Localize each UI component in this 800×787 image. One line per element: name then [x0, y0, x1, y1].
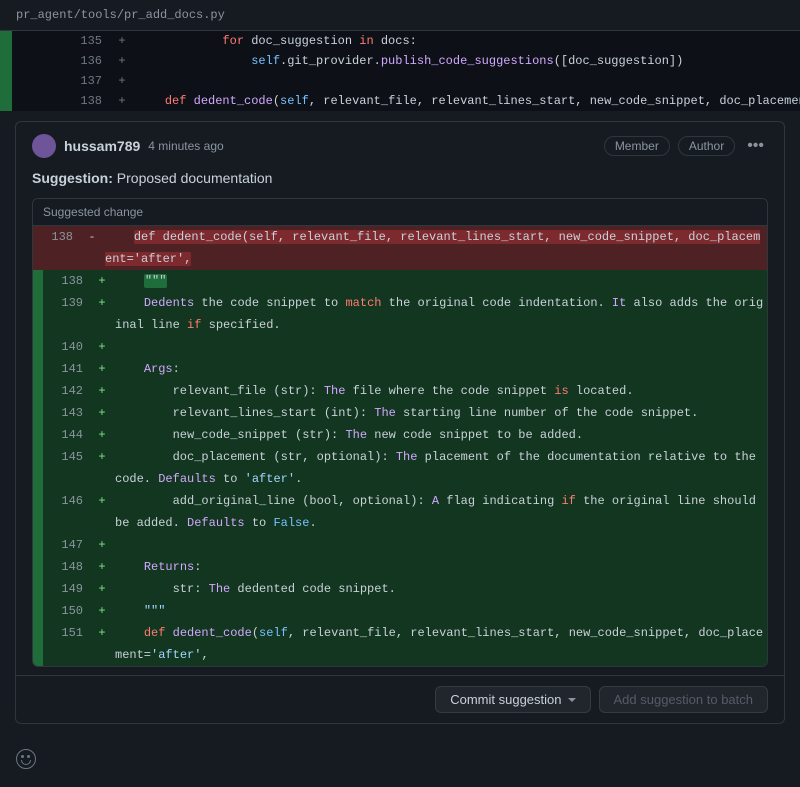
diff-addition-line: 138+ """: [33, 270, 767, 292]
code-line: 137+: [0, 71, 800, 91]
context-code-block: 135+ for doc_suggestion in docs:136+ sel…: [0, 31, 800, 111]
badge-member: Member: [604, 136, 670, 156]
comment-author[interactable]: hussam789: [64, 138, 140, 154]
diff-addition-line: 144+ new_code_snippet (str): The new cod…: [33, 424, 767, 446]
add-to-batch-button[interactable]: Add suggestion to batch: [599, 686, 769, 713]
diff-addition-line: 142+ relevant_file (str): The file where…: [33, 380, 767, 402]
diff-addition-line: 147+: [33, 534, 767, 556]
diff-addition-line: 143+ relevant_lines_start (int): The sta…: [33, 402, 767, 424]
kebab-icon[interactable]: •••: [743, 137, 768, 155]
diff-addition-line: 149+ str: The dedented code snippet.: [33, 578, 767, 600]
avatar[interactable]: [32, 134, 56, 158]
diff-deletion-line: 138- def dedent_code(self, relevant_file…: [33, 226, 767, 270]
chevron-down-icon: [568, 698, 576, 702]
diff-addition-line: 148+ Returns:: [33, 556, 767, 578]
file-path[interactable]: pr_agent/tools/pr_add_docs.py: [0, 0, 800, 31]
commit-suggestion-button[interactable]: Commit suggestion: [435, 686, 590, 713]
diff-addition-line: 139+ Dedents the code snippet to match t…: [33, 292, 767, 336]
suggested-change-header: Suggested change: [33, 199, 767, 226]
suggested-change: Suggested change 138- def dedent_code(se…: [32, 198, 768, 667]
diff-addition-line: 141+ Args:: [33, 358, 767, 380]
comment-title: Suggestion: Proposed documentation: [16, 166, 784, 198]
badge-author: Author: [678, 136, 735, 156]
comment-timestamp[interactable]: 4 minutes ago: [148, 139, 223, 153]
code-line: 138+ def dedent_code(self, relevant_file…: [0, 91, 800, 111]
diff-addition-line: 150+ """: [33, 600, 767, 622]
emoji-reaction-icon[interactable]: [16, 749, 36, 769]
diff-addition-line: 146+ add_original_line (bool, optional):…: [33, 490, 767, 534]
review-comment: hussam789 4 minutes ago Member Author ••…: [15, 121, 785, 724]
diff-addition-line: 140+: [33, 336, 767, 358]
code-line: 135+ for doc_suggestion in docs:: [0, 31, 800, 51]
diff-addition-line: 151+ def dedent_code(self, relevant_file…: [33, 622, 767, 666]
code-line: 136+ self.git_provider.publish_code_sugg…: [0, 51, 800, 71]
diff-addition-line: 145+ doc_placement (str, optional): The …: [33, 446, 767, 490]
